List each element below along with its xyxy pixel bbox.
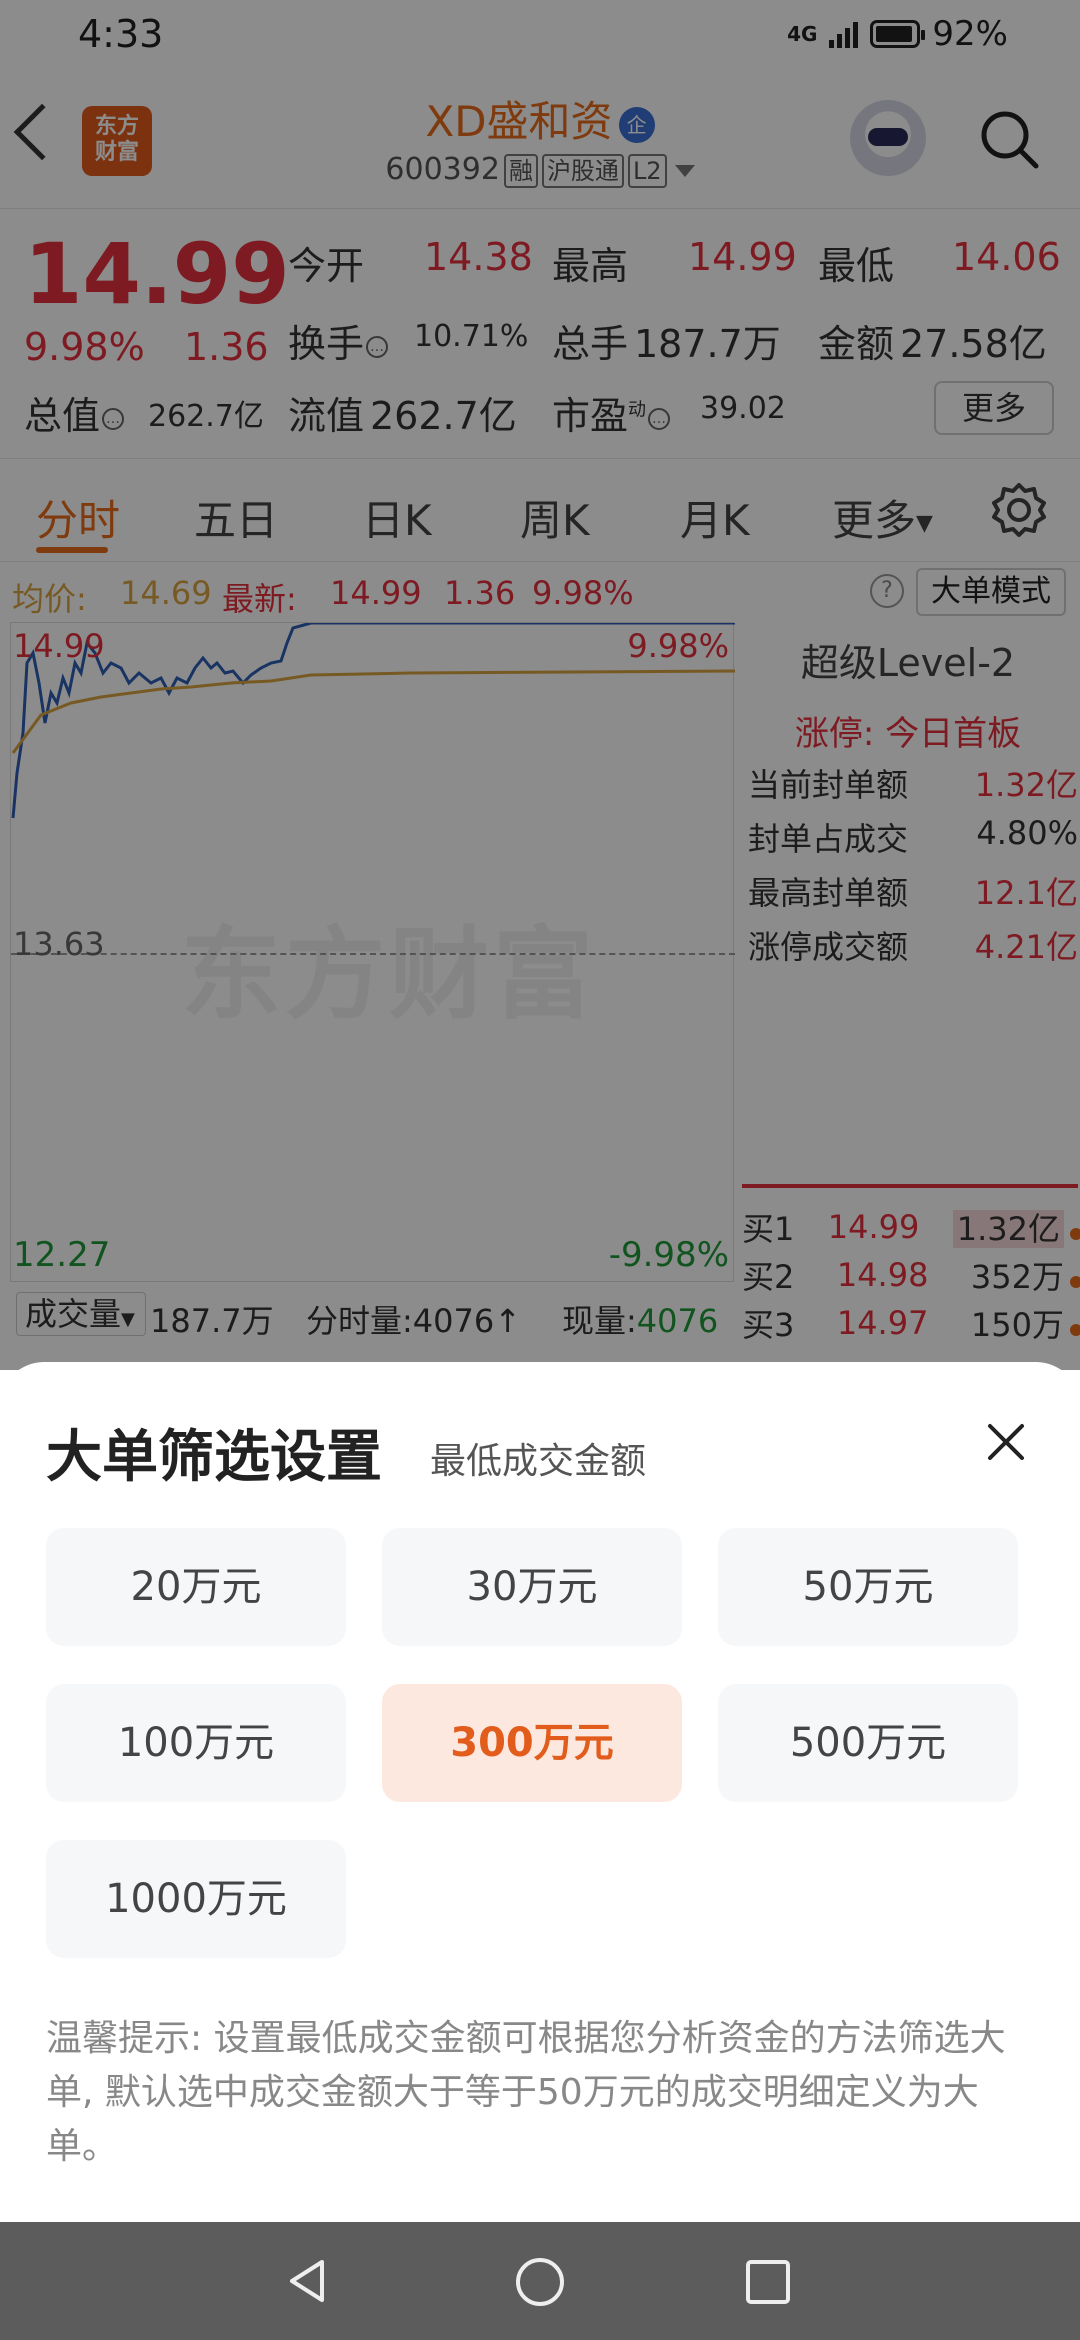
big-order-filter-sheet: 大单筛选设置 最低成交金额 20万元 30万元 50万元 100万元 300万元…	[0, 1362, 1080, 2222]
tip-text: 温馨提示: 设置最低成交金额可根据您分析资金的方法筛选大单, 默认选中成交金额大…	[46, 2018, 1006, 2167]
option-300w-selected[interactable]: 300万元	[382, 1684, 682, 1802]
modal-backdrop[interactable]	[0, 0, 1080, 1370]
close-icon[interactable]	[982, 1418, 1030, 1466]
option-20w[interactable]: 20万元	[46, 1528, 346, 1646]
option-1000w[interactable]: 1000万元	[46, 1840, 346, 1958]
option-100w[interactable]: 100万元	[46, 1684, 346, 1802]
sheet-subtitle: 最低成交金额	[430, 1441, 647, 1482]
nav-back-icon[interactable]	[282, 2256, 332, 2306]
option-500w[interactable]: 500万元	[718, 1684, 1018, 1802]
system-nav-bar	[0, 2222, 1080, 2340]
nav-home-icon[interactable]	[514, 2256, 566, 2308]
nav-recents-icon[interactable]	[744, 2258, 792, 2306]
option-50w[interactable]: 50万元	[718, 1528, 1018, 1646]
option-30w[interactable]: 30万元	[382, 1528, 682, 1646]
sheet-title: 大单筛选设置	[46, 1425, 382, 1490]
